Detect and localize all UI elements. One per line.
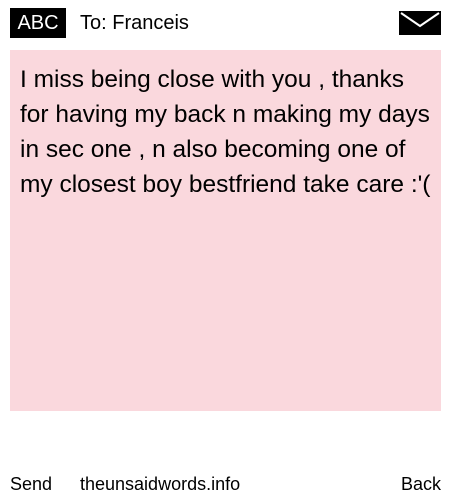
input-mode-badge[interactable]: ABC (10, 8, 66, 38)
send-button[interactable]: Send (10, 470, 52, 498)
recipient-line: To: Franceis (80, 12, 189, 34)
softkey-bar: Send theunsaidwords.info Back (0, 470, 450, 498)
envelope-icon (399, 11, 441, 35)
message-body[interactable]: I miss being close with you , thanks for… (10, 50, 441, 411)
back-button[interactable]: Back (401, 470, 441, 498)
message-text: I miss being close with you , thanks for… (20, 66, 431, 198)
message-header: ABC To: Franceis (0, 0, 450, 46)
site-label: theunsaidwords.info (80, 474, 241, 494)
